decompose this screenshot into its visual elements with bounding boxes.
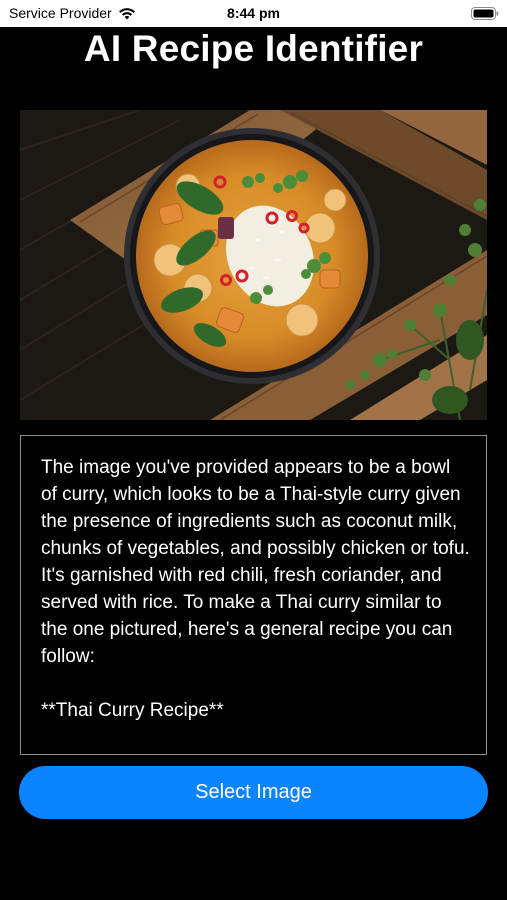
battery-icon	[471, 7, 499, 20]
curry-photo-illustration	[20, 110, 487, 420]
result-text-view[interactable]: The image you've provided appears to be …	[20, 435, 487, 755]
recipe-description: The image you've provided appears to be …	[41, 457, 470, 721]
status-time: 8:44 pm	[227, 5, 280, 21]
curry-bowl-photo	[20, 110, 487, 420]
status-bar: Service Provider 8:44 pm	[0, 0, 507, 27]
page-title: AI Recipe Identifier	[83, 28, 424, 69]
select-image-button[interactable]: Select Image	[19, 766, 488, 819]
app-screen: Service Provider 8:44 pm AI Recipe Ident…	[0, 0, 507, 900]
